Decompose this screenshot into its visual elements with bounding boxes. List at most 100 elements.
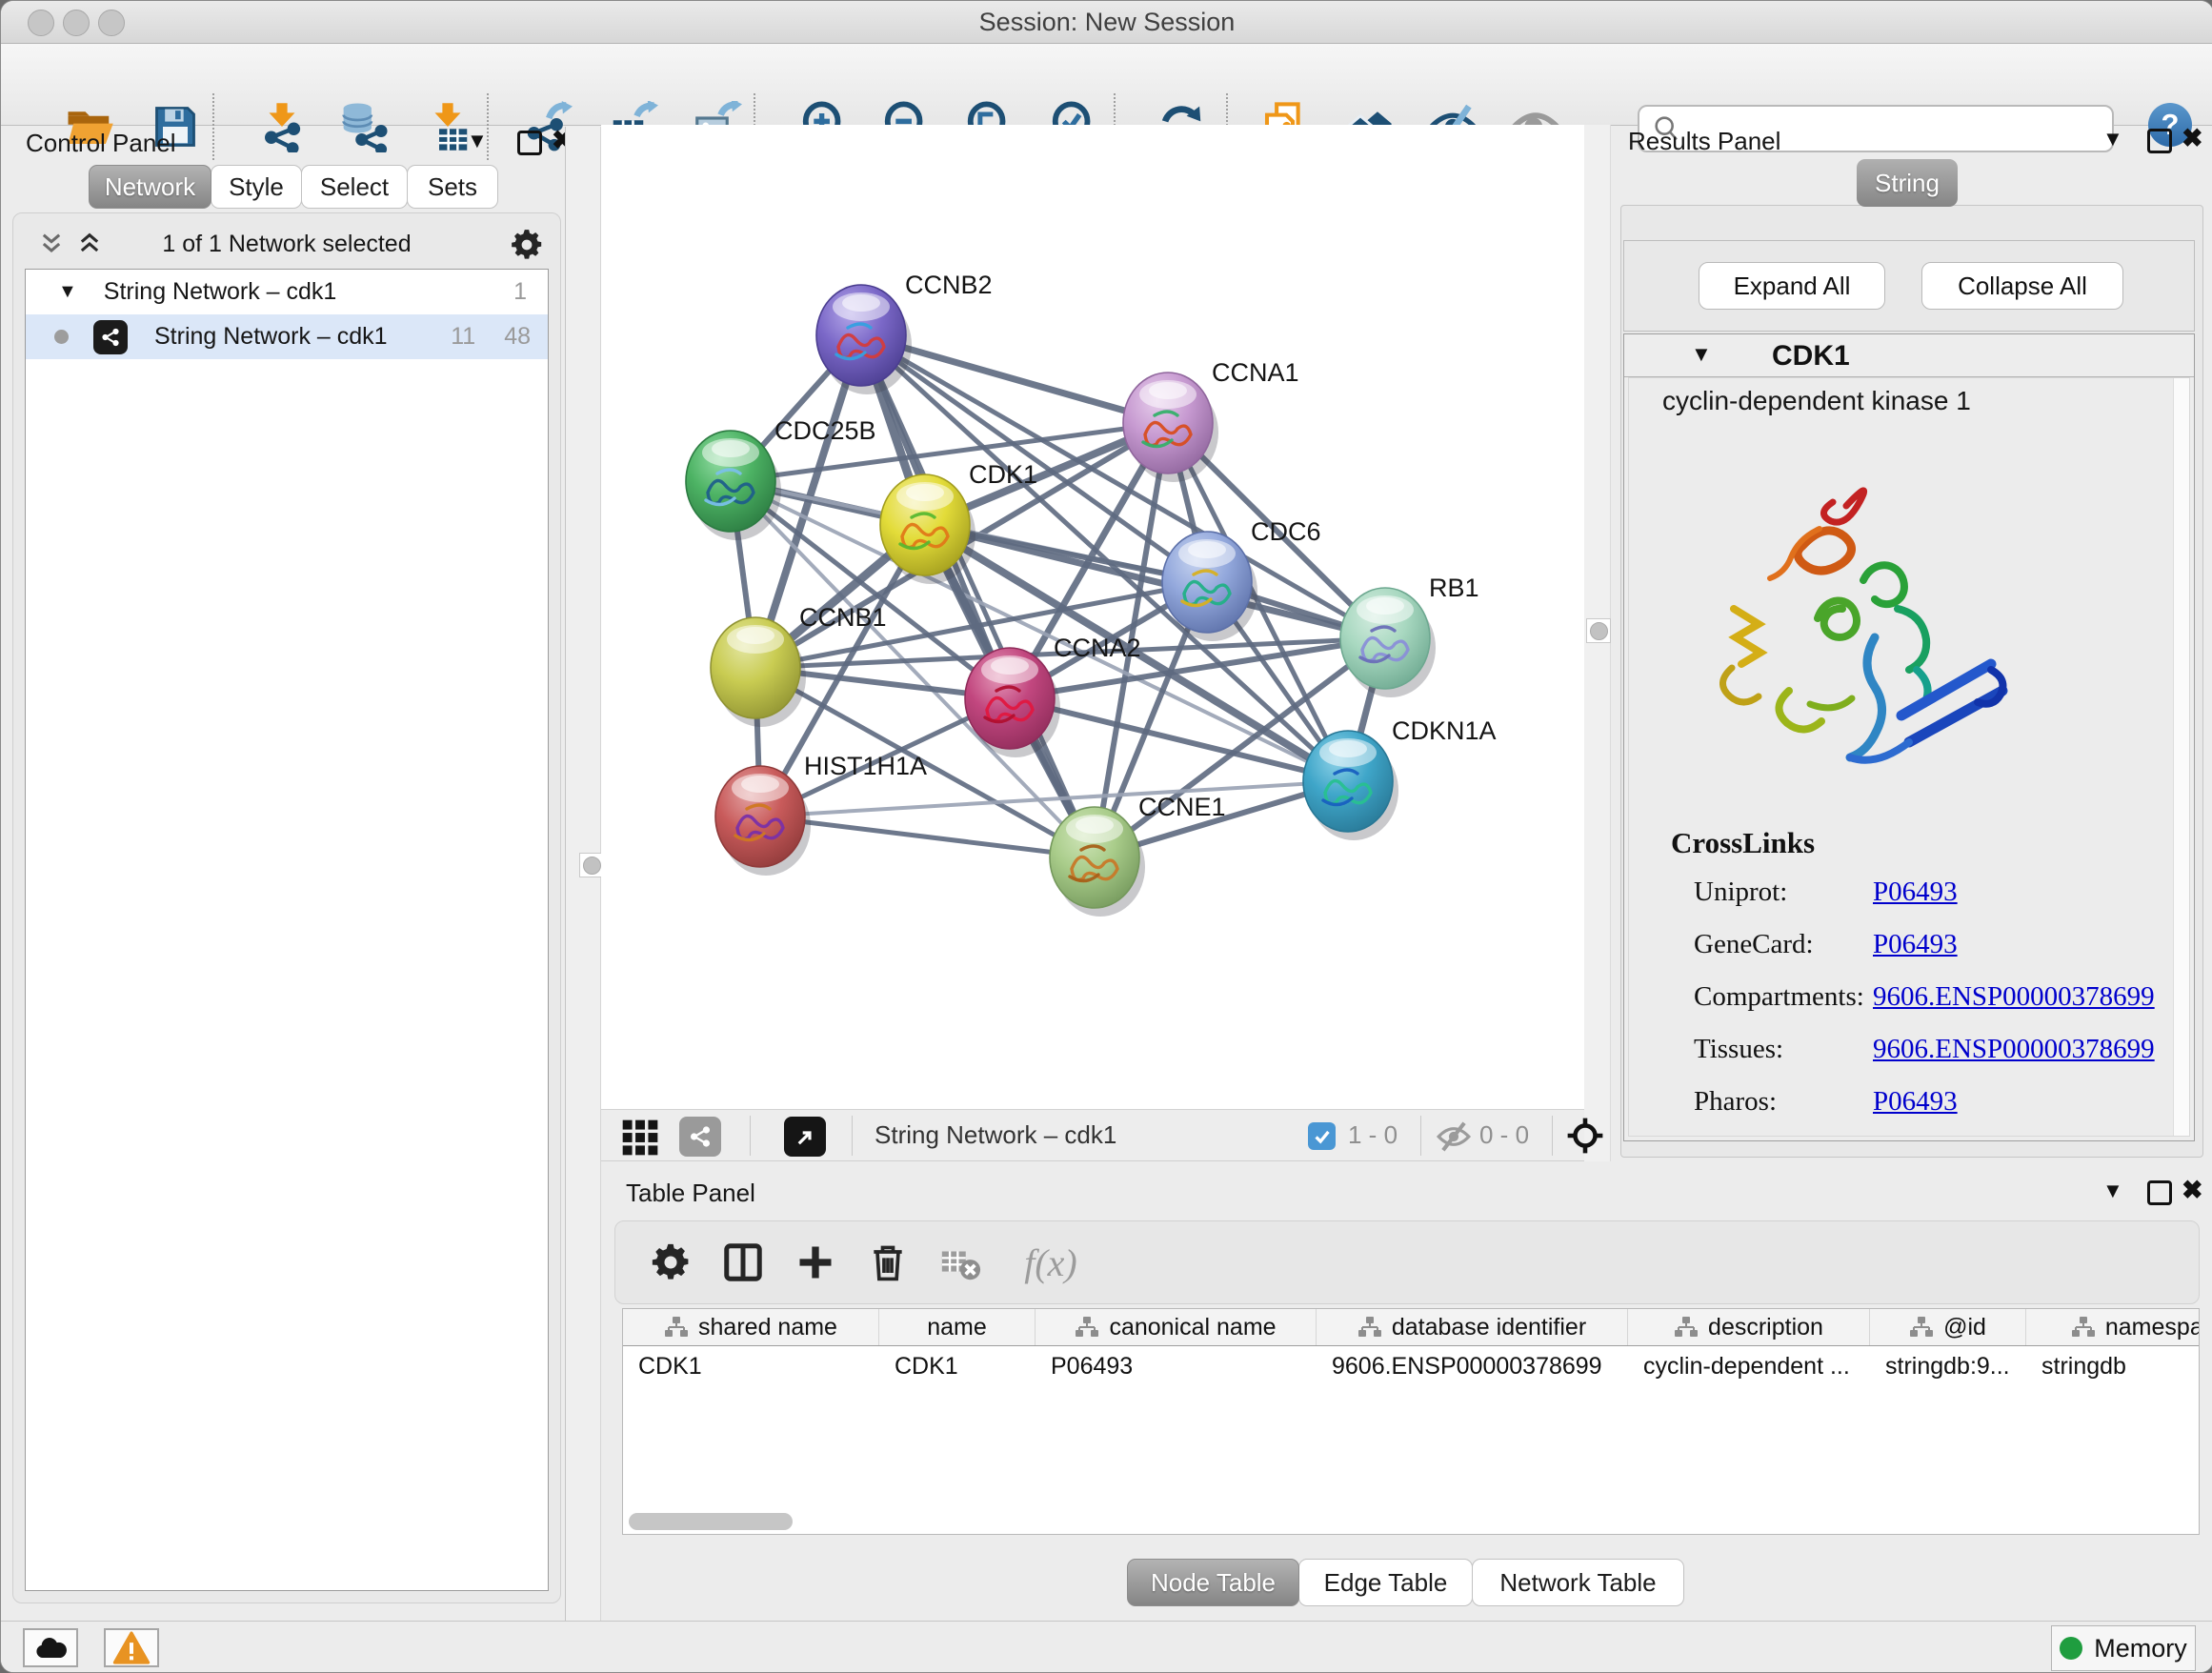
table-settings-gear-icon[interactable] [646,1238,695,1287]
selected-checkbox[interactable] [1308,1122,1336,1150]
result-entry-cdk1: ▼ CDK1 cyclin-dependent kinase 1 [1623,333,2195,1141]
column-header-canonical-name[interactable]: canonical name [1036,1309,1317,1345]
network-node-CDKN1A[interactable] [1303,731,1398,840]
table-panel-title: Table Panel [626,1179,755,1208]
tab-network[interactable]: Network [89,165,211,209]
table-cell[interactable]: CDK1 [879,1346,1036,1386]
zoom-window-button[interactable] [98,10,125,36]
results-panel: Results Panel ▼ ✖ String Expand All Coll… [1611,125,2212,1161]
network-node-CCNE1[interactable] [1050,807,1145,917]
cloud-button[interactable] [23,1628,78,1667]
tab-string[interactable]: String [1857,159,1958,207]
results-panel-title: Results Panel [1628,127,1780,156]
entry-caret-icon[interactable]: ▼ [1691,342,1712,367]
network-share-icon [93,320,128,354]
node-label-CDC6: CDC6 [1251,517,1321,546]
titlebar: Session: New Session [1,1,2212,44]
crosslink-label: Pharos: [1694,1086,1873,1118]
column-header-@id[interactable]: @id [1870,1309,2026,1345]
minimize-window-button[interactable] [63,10,90,36]
check-icon [1312,1126,1333,1147]
hidden-eye-slash-icon[interactable] [1436,1119,1472,1155]
network-node-CDC25B[interactable] [686,431,781,540]
table-cell[interactable]: P06493 [1036,1346,1317,1386]
tab-node-table[interactable]: Node Table [1127,1559,1299,1606]
left-splitter[interactable] [565,127,601,1621]
table-cell[interactable]: cyclin-dependent ... [1628,1346,1870,1386]
network-node-HIST1H1A[interactable] [715,766,811,876]
column-header-shared-name[interactable]: shared name [623,1309,879,1345]
panel-close-icon[interactable]: ✖ [2182,129,2203,148]
column-header-namespace[interactable]: namespace [2026,1309,2200,1345]
gene-name: CDK1 [1772,340,1850,373]
network-node-CCNB2[interactable] [816,285,912,394]
column-header-description[interactable]: description [1628,1309,1870,1345]
tab-sets[interactable]: Sets [407,165,498,209]
results-scrollbar[interactable] [2173,378,2189,1136]
table-cell[interactable]: 9606.ENSP00000378699 [1317,1346,1628,1386]
warnings-button[interactable] [104,1628,159,1667]
column-source-icon [664,1316,689,1339]
external-link-icon[interactable] [784,1117,826,1157]
right-splitter[interactable] [1584,125,1611,1161]
function-builder-icon[interactable]: f(x) [1008,1238,1094,1287]
panel-menu-caret-icon[interactable]: ▼ [2102,127,2123,151]
panel-float-icon[interactable] [2147,1180,2172,1205]
crosslink-link[interactable]: P06493 [1873,1086,1958,1118]
network-tab-content: 1 of 1 Network selected ▼ String Network… [12,212,561,1603]
crosslink-label: Tissues: [1694,1034,1873,1065]
crosslink-link[interactable]: 9606.ENSP00000378699 [1873,981,2155,1013]
collapse-all-button[interactable]: Collapse All [1921,262,2123,310]
tree-caret-icon[interactable]: ▼ [58,281,77,303]
column-header-name[interactable]: name [879,1309,1036,1345]
traffic-lights [28,10,125,36]
birdseye-grid-icon[interactable] [619,1117,661,1159]
network-graph[interactable]: CCNB2CCNA1CDC25BCDK1CDC6RB1CCNB1CCNA2CDK… [601,125,1584,1109]
table-cell[interactable]: CDK1 [623,1346,879,1386]
splitter-handle[interactable] [1586,618,1611,643]
delete-column-trash-icon[interactable] [863,1238,913,1287]
panel-float-icon[interactable] [517,131,542,155]
tab-network-table[interactable]: Network Table [1472,1559,1684,1606]
panel-float-icon[interactable] [2147,129,2172,153]
horizontal-scrollbar-thumb[interactable] [629,1513,793,1530]
string-share-icon[interactable] [679,1117,721,1157]
crosslink-link[interactable]: 9606.ENSP00000378699 [1873,1034,2155,1065]
table-cell[interactable]: stringdb:9... [1870,1346,2026,1386]
table-panel: Table Panel ▼ ✖ f(x) shared namena [601,1161,2212,1621]
clear-table-icon[interactable] [935,1238,985,1287]
network-options-gear-icon[interactable] [509,227,545,268]
tab-style[interactable]: Style [211,165,302,209]
network-node-CCNA1[interactable] [1123,373,1218,482]
string-results-container: Expand All Collapse All ▼ CDK1 cyclin-de… [1620,205,2203,1158]
network-status-dot [54,330,69,344]
show-columns-icon[interactable] [718,1238,768,1287]
network-node-CDK1[interactable] [880,474,975,584]
crosslinks-title: CrossLinks [1671,826,1815,860]
table-cell[interactable]: stringdb [2026,1346,2200,1386]
close-window-button[interactable] [28,10,54,36]
memory-button[interactable]: Memory [2051,1625,2196,1671]
expand-all-button[interactable]: Expand All [1699,262,1885,310]
node-label-RB1: RB1 [1429,574,1479,602]
panel-menu-caret-icon[interactable]: ▼ [467,129,488,153]
panel-menu-caret-icon[interactable]: ▼ [2102,1179,2123,1203]
table-row[interactable]: CDK1CDK1P064939606.ENSP00000378699cyclin… [623,1346,2199,1386]
tab-edge-table[interactable]: Edge Table [1298,1559,1473,1606]
column-header-database-identifier[interactable]: database identifier [1317,1309,1628,1345]
crosslink-row: Tissues:9606.ENSP00000378699 [1694,1023,2155,1076]
panel-close-icon[interactable]: ✖ [2182,1180,2203,1199]
crosslink-link[interactable]: P06493 [1873,929,1958,960]
crosshair-icon[interactable] [1565,1116,1605,1156]
crosslink-link[interactable]: P06493 [1873,877,1958,908]
network-row[interactable]: String Network – cdk1 11 48 [26,314,548,359]
result-entry-header[interactable]: ▼ CDK1 [1624,334,2194,377]
network-collection-row[interactable]: ▼ String Network – cdk1 1 [26,270,548,314]
network-node-RB1[interactable] [1340,588,1436,697]
column-source-icon [2071,1316,2096,1339]
hidden-counter: 0 - 0 [1479,1110,1529,1160]
tab-select[interactable]: Select [301,165,408,209]
network-canvas[interactable]: CCNB2CCNA1CDC25BCDK1CDC6RB1CCNB1CCNA2CDK… [601,125,1584,1109]
add-column-icon[interactable] [791,1238,840,1287]
network-tree: ▼ String Network – cdk1 1 String Network… [25,269,549,1591]
